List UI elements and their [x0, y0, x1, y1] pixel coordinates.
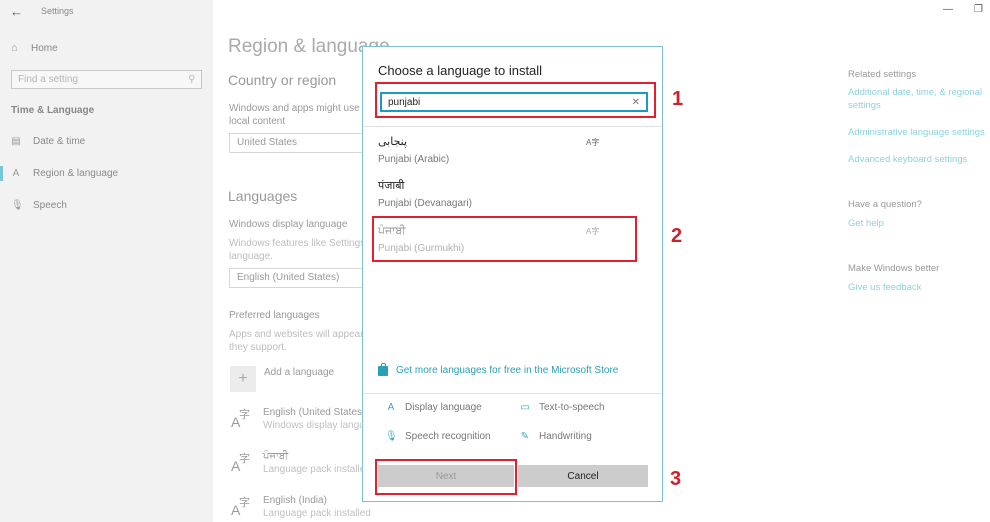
- language-option-punjabi-arabic[interactable]: پنجابی Punjabi (Arabic) A字: [378, 135, 648, 167]
- give-feedback-link[interactable]: Give us feedback: [848, 281, 921, 294]
- country-desc-line1: Windows and apps might use: [229, 103, 360, 114]
- feature-label: Speech recognition: [405, 431, 491, 442]
- annotation-number-2: 2: [671, 225, 683, 247]
- text-to-speech-icon: ▭: [520, 402, 530, 413]
- link-advanced-keyboard[interactable]: Advanced keyboard settings: [848, 153, 967, 166]
- language-icon: A字: [231, 409, 250, 430]
- language-list-item[interactable]: A字 English (India) Language pack install…: [231, 494, 371, 520]
- store-link-label: Get more languages for free in the Micro…: [396, 365, 619, 376]
- feature-handwriting: ✎ Handwriting: [519, 431, 592, 442]
- language-status: Language pack installed: [263, 508, 371, 519]
- add-language-button[interactable]: + Add a language: [230, 366, 334, 392]
- related-settings-heading: Related settings: [848, 69, 917, 80]
- find-setting-input[interactable]: [18, 74, 188, 85]
- sidebar-item-label: Date & time: [33, 136, 86, 147]
- display-language-label: Windows display language: [229, 219, 348, 230]
- home-label: Home: [31, 42, 58, 54]
- divider: [363, 126, 662, 127]
- handwriting-icon: ✎: [520, 431, 530, 442]
- display-desc-line1: Windows features like Settings: [229, 238, 366, 249]
- link-line1: Additional date, time, & regional: [848, 87, 983, 98]
- add-language-label: Add a language: [264, 367, 335, 378]
- store-bag-icon: [378, 362, 388, 376]
- feature-label: Handwriting: [539, 431, 592, 442]
- plus-icon: +: [230, 366, 256, 392]
- microphone-icon: 🎙︎: [11, 200, 24, 211]
- languages-heading: Languages: [228, 188, 298, 204]
- country-heading: Country or region: [228, 72, 337, 88]
- sidebar-item-label: Speech: [33, 200, 67, 211]
- annotation-box-3: [375, 459, 517, 495]
- language-icon: A字: [231, 453, 250, 474]
- language-name: ਪੰਜਾਬੀ: [263, 451, 289, 462]
- preferred-desc-line2: they support.: [229, 342, 287, 353]
- question-heading: Have a question?: [848, 199, 922, 210]
- divider: [363, 393, 662, 394]
- annotation-box-2: [372, 216, 637, 262]
- preferred-languages-label: Preferred languages: [229, 310, 320, 321]
- sidebar-home[interactable]: ⌂ Home: [11, 42, 58, 54]
- language-name: English (India): [263, 495, 327, 506]
- language-icon: A: [12, 168, 20, 179]
- home-icon: ⌂: [11, 42, 18, 54]
- section-title: Time & Language: [11, 105, 95, 116]
- country-desc: Windows and apps might use local content: [229, 102, 360, 128]
- feature-label: Text-to-speech: [539, 402, 605, 413]
- display-language-desc: Windows features like Settings language.: [229, 237, 365, 263]
- language-option-punjabi-devanagari[interactable]: पंजाबी Punjabi (Devanagari): [378, 179, 648, 211]
- get-help-link[interactable]: Get help: [848, 217, 884, 230]
- sidebar-item-date-time[interactable]: ▤ Date & time: [11, 136, 85, 147]
- sidebar-item-speech[interactable]: 🎙︎ Speech: [11, 200, 67, 211]
- feature-speech-recognition: 🎙︎ Speech recognition: [385, 431, 491, 442]
- feature-label: Display language: [405, 402, 482, 413]
- display-language-icon: A: [387, 402, 395, 413]
- sidebar-item-label: Region & language: [33, 168, 119, 179]
- country-desc-line2: local content: [229, 116, 286, 127]
- option-english-name: Punjabi (Devanagari): [378, 198, 472, 209]
- annotation-box-1: [375, 82, 656, 118]
- preferred-languages-desc: Apps and websites will appear they suppo…: [229, 328, 364, 354]
- calendar-clock-icon: ▤: [11, 136, 21, 147]
- language-status: Windows display langu: [263, 420, 365, 431]
- sidebar: ← Settings ⌂ Home ⚲ Time & Language ▤ Da…: [0, 0, 213, 522]
- active-indicator: [0, 166, 3, 181]
- option-native-name: پنجابی: [378, 136, 408, 148]
- minimize-icon[interactable]: —: [943, 4, 953, 15]
- dialog-title: Choose a language to install: [378, 63, 543, 78]
- option-native-name: पंजाबी: [378, 180, 405, 192]
- make-windows-better-heading: Make Windows better: [848, 263, 940, 274]
- link-line2: settings: [848, 100, 881, 111]
- option-english-name: Punjabi (Arabic): [378, 154, 450, 165]
- microsoft-store-link[interactable]: Get more languages for free in the Micro…: [378, 362, 619, 376]
- language-name: English (United States): [263, 407, 366, 418]
- feature-display-language: A Display language: [385, 402, 482, 413]
- cancel-button[interactable]: Cancel: [518, 465, 648, 487]
- back-arrow-icon[interactable]: ←: [10, 4, 23, 19]
- language-icon: A字: [231, 497, 250, 518]
- language-list-item[interactable]: A字 English (United States) Windows displ…: [231, 406, 365, 432]
- display-desc-line2: language.: [229, 251, 273, 262]
- link-administrative-language[interactable]: Administrative language settings: [848, 126, 985, 139]
- language-list-item[interactable]: A字 ਪੰਜਾਬੀ Language pack installed: [231, 450, 371, 476]
- display-language-icon: A字: [586, 138, 600, 147]
- link-additional-date-time[interactable]: Additional date, time, & regional settin…: [848, 86, 982, 112]
- restore-icon[interactable]: ❐: [974, 4, 983, 15]
- annotation-number-3: 3: [670, 468, 682, 490]
- app-title: Settings: [41, 6, 74, 16]
- speech-recognition-icon: 🎙︎: [385, 431, 398, 442]
- feature-text-to-speech: ▭ Text-to-speech: [519, 402, 605, 413]
- search-icon[interactable]: ⚲: [188, 74, 195, 85]
- preferred-desc-line1: Apps and websites will appear: [229, 329, 364, 340]
- annotation-number-1: 1: [672, 88, 684, 110]
- sidebar-item-region-language[interactable]: A Region & language: [11, 168, 118, 179]
- language-status: Language pack installed: [263, 464, 371, 475]
- find-setting-search[interactable]: ⚲: [11, 70, 202, 89]
